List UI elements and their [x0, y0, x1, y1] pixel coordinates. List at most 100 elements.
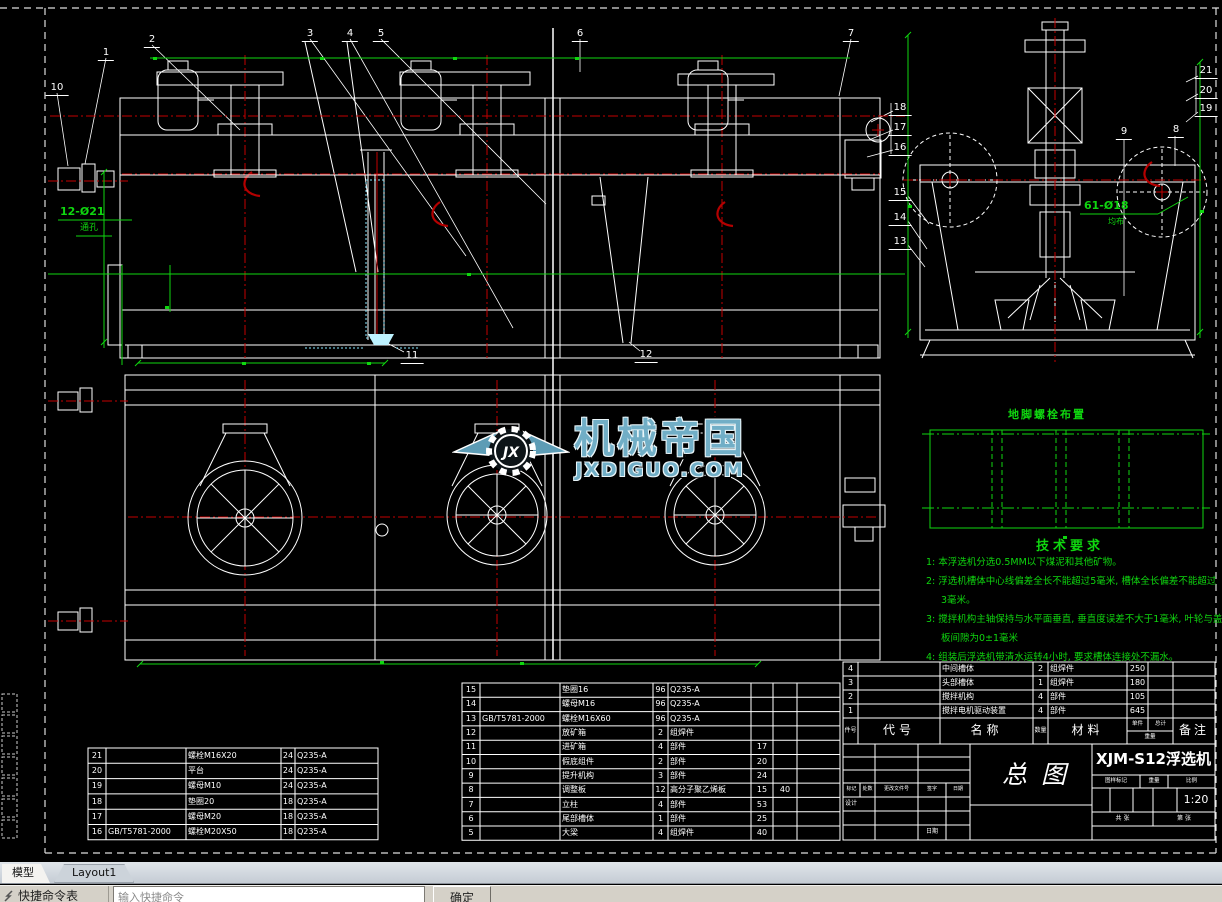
rev-count-label: 处数	[860, 783, 875, 797]
balloon-8: 8	[1168, 125, 1184, 138]
parts-cell: 螺母M16	[562, 697, 651, 711]
balloon-19: 19	[1195, 104, 1218, 117]
parts-cell: Q235-A	[297, 809, 376, 824]
parts-cell: 垫圈20	[188, 794, 279, 809]
parts-cell: 调整板	[562, 783, 651, 797]
scale-value: 1:20	[1177, 789, 1215, 811]
parts-cell: Q235-A	[297, 825, 376, 840]
parts-cell: Q235-A	[670, 712, 749, 726]
parts-cell: GB/T5781-2000	[108, 825, 184, 840]
parts-cell: 19	[90, 779, 104, 794]
parts-cell: 24	[283, 779, 293, 794]
parts-cell: 24	[283, 763, 293, 778]
parts-cell: 螺栓M16X60	[562, 712, 651, 726]
tab-model-label: 模型	[12, 866, 34, 879]
rev-date-label: 日期	[946, 783, 970, 797]
balloon-7: 7	[843, 29, 859, 42]
layout-tabbar: 模型 Layout1	[0, 862, 1222, 884]
command-bar: 快捷命令表 确定	[0, 885, 1222, 902]
parts-cell: Q235-A	[297, 779, 376, 794]
hdr-no: 件号	[843, 718, 858, 744]
tab-layout1[interactable]: Layout1	[54, 864, 134, 883]
drawing-title: 总图	[970, 748, 1102, 802]
parts-cell: 组焊件	[1050, 676, 1125, 690]
parts-cell: 螺栓M20X50	[188, 825, 279, 840]
balloon-3: 3	[302, 29, 318, 42]
parts-cell: 进矿箱	[562, 740, 651, 754]
parts-cell: 放矿箱	[562, 726, 651, 740]
parts-cell: 搅拌机构	[942, 690, 1031, 704]
parts-cell: 6	[464, 812, 478, 826]
anchor-layout-title: 地脚螺栓布置	[1008, 409, 1086, 420]
parts-cell: 部件	[670, 769, 749, 783]
balloon-21: 21	[1195, 66, 1218, 79]
parts-cell: 10	[464, 755, 478, 769]
parts-cell: 20	[90, 763, 104, 778]
parts-cell: 18	[90, 794, 104, 809]
balloon-2: 2	[144, 35, 160, 48]
parts-cell: 9	[464, 769, 478, 783]
hole-callout-right-sub: 均布	[1108, 218, 1124, 226]
balloon-18: 18	[889, 103, 912, 116]
parts-cell: 17	[90, 809, 104, 824]
parts-cell: 24	[283, 748, 293, 763]
mark-label: 图样标记	[1092, 775, 1140, 788]
parts-cell: 组焊件	[670, 826, 749, 840]
parts-cell: 645	[1129, 704, 1146, 718]
balloon-5: 5	[373, 29, 389, 42]
parts-cell: 1	[655, 812, 666, 826]
parts-cell: 4	[1035, 704, 1046, 718]
tech-requirement-line: 1: 本浮选机分选0.5MM以下煤泥和其他矿物。	[926, 558, 1122, 568]
balloon-14: 14	[889, 213, 912, 226]
parts-cell: 250	[1129, 662, 1146, 676]
parts-cell: 部件	[670, 755, 749, 769]
parts-cell: 部件	[670, 740, 749, 754]
parts-cell: 96	[655, 683, 666, 697]
ok-button[interactable]: 确定	[433, 886, 491, 902]
parts-cell: 21	[90, 748, 104, 763]
parts-cell: 搅拌电机驱动装置	[942, 704, 1031, 718]
parts-cell: 40	[753, 826, 771, 840]
hdr-material: 材料	[1048, 718, 1127, 744]
hole-callout-left: 12-Ø21	[60, 206, 105, 217]
tech-requirements-title: 技术要求	[1036, 540, 1104, 553]
balloon-16: 16	[889, 143, 912, 156]
parts-cell: 垫圈16	[562, 683, 651, 697]
parts-cell: 8	[464, 783, 478, 797]
hdr-remark: 备注	[1173, 718, 1215, 744]
shortcut-table-button[interactable]: 快捷命令表	[0, 886, 109, 902]
balloon-11: 11	[401, 351, 424, 364]
hole-callout-right: 61-Ø18	[1084, 200, 1129, 211]
balloon-15: 15	[889, 188, 912, 201]
balloon-1: 1	[98, 48, 114, 61]
parts-cell: 4	[845, 662, 856, 676]
parts-cell: 96	[655, 712, 666, 726]
parts-cell: 5	[464, 826, 478, 840]
parts-cell: 2	[845, 690, 856, 704]
logo-monogram: JX	[500, 445, 520, 461]
parts-cell: 部件	[670, 812, 749, 826]
parts-cell: 组焊件	[670, 726, 749, 740]
watermark: JX 机械帝国 JXDIGUO.COM	[452, 418, 746, 482]
tech-requirement-line: 4: 组装后浮选机带清水运转4小时, 要求槽体连接处不漏水。	[926, 653, 1178, 663]
command-input[interactable]	[113, 886, 425, 902]
parts-cell: 大梁	[562, 826, 651, 840]
model-designation: XJM-S12浮选机	[1093, 746, 1214, 772]
parts-cell: 尾部槽体	[562, 812, 651, 826]
parts-cell: 17	[753, 740, 771, 754]
parts-cell: 1	[1035, 676, 1046, 690]
parts-cell: 3	[655, 769, 666, 783]
parts-cell: 部件	[1050, 704, 1125, 718]
parts-cell: 2	[655, 726, 666, 740]
parts-cell: 提升机构	[562, 769, 651, 783]
parts-cell: 螺母M10	[188, 779, 279, 794]
parts-cell: 40	[775, 783, 795, 797]
parts-cell: 18	[283, 825, 293, 840]
tab-model[interactable]: 模型	[2, 864, 50, 883]
shortcut-table-label: 快捷命令表	[18, 887, 78, 902]
hole-callout-left-sub: 通孔	[80, 224, 98, 233]
balloon-4: 4	[342, 29, 358, 42]
parts-cell: 部件	[1050, 690, 1125, 704]
hdr-unit: 单件	[1127, 718, 1148, 731]
parts-cell: 25	[753, 812, 771, 826]
